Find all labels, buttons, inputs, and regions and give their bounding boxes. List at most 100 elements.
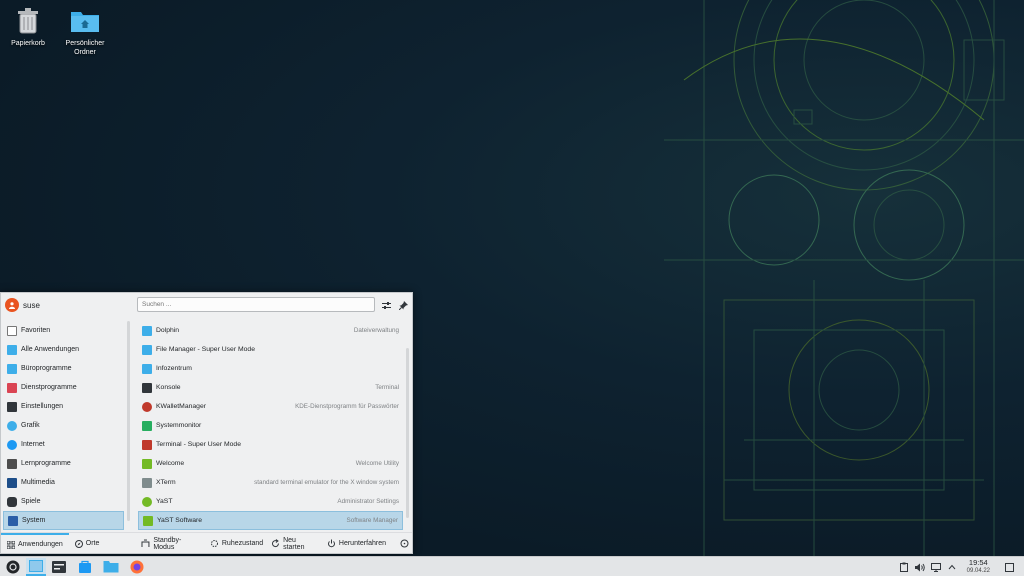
category-internet[interactable]: Internet [3,435,124,454]
app-name: XTerm [156,479,176,486]
desktop-icon-label: Persönlicher Ordner [65,40,105,56]
tray-expand[interactable] [945,560,959,574]
app-systemmonitor[interactable]: Systemmonitor [138,416,403,435]
hibernate-button[interactable]: Ruhezustand [210,539,263,548]
launcher-footer: Anwendungen Orte Standby-Modus Ruhezusta… [1,532,412,554]
category-scrollbar[interactable] [127,321,130,521]
standby-label: Standby-Modus [153,536,182,551]
category-settings[interactable]: Einstellungen [3,397,124,416]
clipboard-icon [899,562,908,572]
category-label: Lernprogramme [21,460,71,467]
app-xterm[interactable]: XTerm standard terminal emulator for the … [138,473,403,492]
launcher-header: suse [1,293,412,317]
category-education[interactable]: Lernprogramme [3,454,124,473]
app-dolphin[interactable]: Dolphin Dateiverwaltung [138,321,403,340]
xterm-icon [142,477,152,488]
more-button[interactable] [400,539,412,548]
globe-icon [7,439,17,450]
app-name: Terminal - Super User Mode [156,441,241,448]
category-office[interactable]: Büroprogramme [3,359,124,378]
app-yast-software[interactable]: YaST Software Software Manager [138,511,403,530]
tab-places[interactable]: Orte [69,533,106,554]
tray-network[interactable] [929,560,943,574]
wallpaper-circuit-art [664,0,1024,556]
taskbar-system-settings[interactable] [49,558,69,576]
app-name: YaST [156,498,173,505]
app-description: KDE-Dienstprogramm für Passwörter [295,403,399,410]
category-graphics[interactable]: Grafik [3,416,124,435]
tab-applications[interactable]: Anwendungen [1,533,69,554]
digital-clock[interactable]: 19:54 09.04.22 [967,559,990,575]
settings-icon [52,560,66,573]
category-label: Internet [21,441,45,448]
category-favorites[interactable]: Favoriten [3,321,124,340]
category-utilities[interactable]: Dienstprogramme [3,378,124,397]
welcome-icon [142,458,152,469]
category-label: System [22,517,46,524]
power-icon [327,539,335,548]
tab-label: Orte [85,540,100,547]
tray-volume[interactable] [913,560,927,574]
shutdown-label: Herunterfahren [338,540,386,547]
hibernate-icon [210,540,218,547]
education-icon [7,458,17,469]
discover-icon [79,560,91,573]
trash-icon [11,6,45,36]
terminal-icon [142,382,152,393]
user-icon [9,302,15,309]
taskbar-discover[interactable] [75,558,95,576]
category-label: Grafik [21,422,40,429]
app-konsole[interactable]: Konsole Terminal [138,378,403,397]
clock-time: 19:54 [968,558,988,567]
app-file-manager-superuser[interactable]: File Manager - Super User Mode [138,340,403,359]
pin-button[interactable] [397,299,409,311]
app-kwalletmanager[interactable]: KWalletManager KDE-Dienstprogramm für Pas… [138,397,403,416]
opensuse-icon [6,560,20,573]
monitor-icon [142,420,152,431]
show-desktop-button[interactable] [1002,560,1016,574]
restart-label: Neu starten [283,536,305,551]
yast-software-icon [143,515,153,526]
grid-icon [7,344,17,355]
app-infozentrum[interactable]: Infozentrum [138,359,403,378]
category-label: Favoriten [21,327,51,334]
tab-label: Anwendungen [18,541,63,548]
category-games[interactable]: Spiele [3,492,124,511]
category-label: Multimedia [21,479,55,486]
shutdown-button[interactable]: Herunterfahren [327,539,386,548]
app-list-scrollbar[interactable] [406,348,409,518]
app-name: KWalletManager [156,403,206,410]
app-terminal-superuser[interactable]: Terminal - Super User Mode [138,435,403,454]
home-folder-icon [68,6,102,36]
category-label: Dienstprogramme [21,384,77,391]
avatar[interactable] [5,298,19,312]
desktop-icon-trash[interactable]: Papierkorb [0,6,58,48]
tray-clipboard[interactable] [897,560,911,574]
standby-button[interactable]: Standby-Modus [141,537,201,551]
taskbar-firefox[interactable] [127,558,147,576]
app-welcome[interactable]: Welcome Welcome Utility [138,454,403,473]
category-system[interactable]: System [3,511,124,530]
category-all-applications[interactable]: Alle Anwendungen [3,340,124,359]
virtual-desktop-pager[interactable] [26,557,46,576]
app-description: standard terminal emulator for the X win… [254,479,399,486]
pager-icon [29,559,43,572]
category-label: Spiele [21,498,41,505]
search-input[interactable] [137,297,375,312]
taskbar-dolphin[interactable] [101,558,121,576]
gamepad-icon [7,496,17,507]
app-description: Software Manager [346,517,398,524]
configure-button[interactable] [380,299,392,311]
category-multimedia[interactable]: Multimedia [3,473,124,492]
utilities-icon [7,382,17,393]
app-name: Infozentrum [156,365,192,372]
show-desktop-icon [1004,562,1014,572]
app-yast[interactable]: YaST Administrator Settings [138,492,403,511]
restart-button[interactable]: Neu starten [271,537,319,551]
application-launcher-button[interactable] [3,558,23,576]
multimedia-icon [7,477,17,488]
desktop-icon-home[interactable]: Persönlicher Ordner [55,6,115,57]
wallet-icon [142,401,152,412]
grid-icon [7,540,15,549]
app-name: File Manager - Super User Mode [156,346,255,353]
